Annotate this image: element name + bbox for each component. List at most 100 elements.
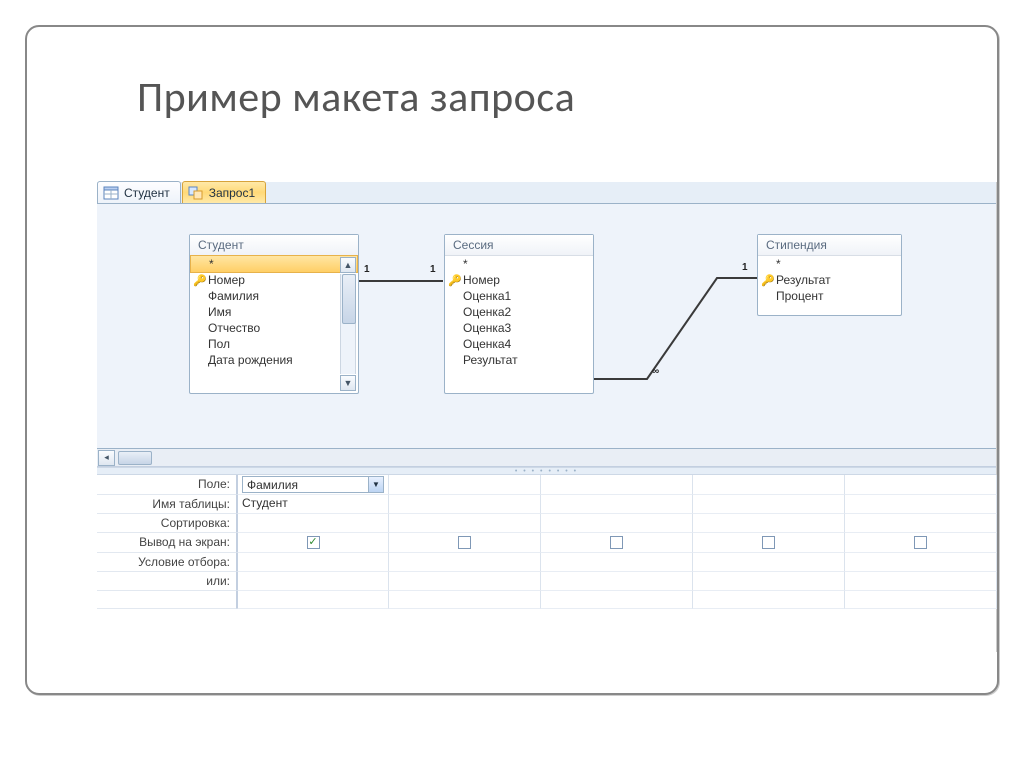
tab-query1[interactable]: Запрос1 xyxy=(182,181,266,203)
grid-cell[interactable] xyxy=(845,495,997,514)
relation-cardinality-right: 1 xyxy=(430,264,436,275)
relation-cardinality-left: ∞ xyxy=(652,366,659,377)
entity-field[interactable]: Оценка3 xyxy=(445,320,593,336)
grid-cell[interactable] xyxy=(693,495,845,514)
relation-cardinality-left: 1 xyxy=(364,264,370,275)
scroll-up-button[interactable]: ▲ xyxy=(340,257,356,273)
access-query-designer: Студент Запрос1 1 1 ∞ 1 Студент * xyxy=(97,182,997,652)
grid-cell[interactable] xyxy=(541,495,693,514)
grid-row-sort-label: Сортировка: xyxy=(97,514,237,533)
grid-row-blank xyxy=(97,591,237,609)
grid-cell[interactable] xyxy=(237,591,389,609)
relationship-diagram-pane[interactable]: 1 1 ∞ 1 Студент * 🔑Номер Фамилия Имя Отч… xyxy=(97,204,996,449)
tab-student[interactable]: Студент xyxy=(97,181,181,203)
grid-cell[interactable] xyxy=(389,591,541,609)
grid-cell[interactable] xyxy=(845,591,997,609)
grid-cell[interactable] xyxy=(541,572,693,591)
entity-field[interactable]: Результат xyxy=(445,352,593,368)
grid-cell[interactable] xyxy=(693,553,845,572)
horizontal-scrollbar[interactable]: ◂ xyxy=(97,449,996,467)
grid-cell-sort[interactable] xyxy=(237,514,389,533)
entity-title: Студент xyxy=(190,235,358,256)
grid-cell[interactable] xyxy=(845,475,997,495)
entity-stipend[interactable]: Стипендия * 🔑Результат Процент xyxy=(757,234,902,316)
entity-field[interactable]: Отчество xyxy=(190,320,358,336)
scroll-left-button[interactable]: ◂ xyxy=(98,450,115,466)
entity-field[interactable]: Фамилия xyxy=(190,288,358,304)
grid-cell[interactable] xyxy=(389,572,541,591)
grid-row-table-label: Имя таблицы: xyxy=(97,495,237,514)
entity-field[interactable]: Процент xyxy=(758,288,901,304)
entity-title: Сессия xyxy=(445,235,593,256)
key-icon: 🔑 xyxy=(761,274,773,286)
tab-strip: Студент Запрос1 xyxy=(97,182,996,204)
grid-cell[interactable] xyxy=(845,514,997,533)
scrollbar-thumb[interactable] xyxy=(342,274,356,324)
show-checkbox[interactable] xyxy=(458,536,471,549)
grid-cell-or[interactable] xyxy=(237,572,389,591)
field-combobox[interactable]: Фамилия ▼ xyxy=(242,476,384,493)
show-checkbox[interactable] xyxy=(307,536,320,549)
tab-label: Запрос1 xyxy=(209,186,255,200)
scrollbar-thumb[interactable] xyxy=(118,451,152,465)
grid-cell[interactable] xyxy=(389,495,541,514)
entity-field[interactable]: Имя xyxy=(190,304,358,320)
grid-cell[interactable] xyxy=(845,553,997,572)
entity-field[interactable]: * xyxy=(758,256,901,272)
entity-field[interactable]: Оценка2 xyxy=(445,304,593,320)
grid-cell-show[interactable] xyxy=(541,533,693,553)
entity-field[interactable]: 🔑Номер xyxy=(445,272,593,288)
entity-student[interactable]: Студент * 🔑Номер Фамилия Имя Отчество По… xyxy=(189,234,359,394)
grid-row-or-label: или: xyxy=(97,572,237,591)
grid-cell[interactable] xyxy=(389,553,541,572)
grid-cell[interactable] xyxy=(541,475,693,495)
show-checkbox[interactable] xyxy=(914,536,927,549)
combobox-value: Фамилия xyxy=(247,478,298,492)
slide-title: Пример макета запроса xyxy=(137,72,575,123)
grid-cell[interactable] xyxy=(845,572,997,591)
grid-row-show-label: Вывод на экран: xyxy=(97,533,237,553)
table-icon xyxy=(103,185,119,201)
entity-field[interactable]: Дата рождения xyxy=(190,352,358,368)
key-icon: 🔑 xyxy=(193,274,205,286)
grid-cell-show[interactable] xyxy=(237,533,389,553)
entity-field[interactable]: * xyxy=(445,256,593,272)
query-design-grid: Поле: Фамилия ▼ Имя таблицы: Студент Сор… xyxy=(97,475,996,609)
show-checkbox[interactable] xyxy=(610,536,623,549)
grid-cell[interactable] xyxy=(693,514,845,533)
entity-field[interactable]: Пол xyxy=(190,336,358,352)
show-checkbox[interactable] xyxy=(762,536,775,549)
entity-field[interactable]: * xyxy=(190,255,358,273)
query-icon xyxy=(188,185,204,201)
slide-frame: Пример макета запроса Студент Запрос1 1 xyxy=(25,25,999,695)
scrollbar-track[interactable] xyxy=(340,274,356,374)
grid-cell[interactable] xyxy=(541,553,693,572)
entity-field[interactable]: Оценка1 xyxy=(445,288,593,304)
grid-cell-field[interactable]: Фамилия ▼ xyxy=(237,475,389,495)
grid-cell[interactable] xyxy=(693,572,845,591)
grid-cell[interactable] xyxy=(541,591,693,609)
grid-cell[interactable] xyxy=(693,591,845,609)
grid-cell[interactable] xyxy=(389,514,541,533)
grid-cell-show[interactable] xyxy=(389,533,541,553)
grid-row-field-label: Поле: xyxy=(97,475,237,495)
grid-row-criteria-label: Условие отбора: xyxy=(97,553,237,572)
grid-cell[interactable] xyxy=(541,514,693,533)
entity-field[interactable]: 🔑Номер xyxy=(190,272,358,288)
entity-title: Стипендия xyxy=(758,235,901,256)
grid-cell[interactable] xyxy=(389,475,541,495)
entity-session[interactable]: Сессия * 🔑Номер Оценка1 Оценка2 Оценка3 … xyxy=(444,234,594,394)
entity-field[interactable]: 🔑Результат xyxy=(758,272,901,288)
grid-cell-criteria[interactable] xyxy=(237,553,389,572)
grid-cell-show[interactable] xyxy=(693,533,845,553)
scroll-down-button[interactable]: ▼ xyxy=(340,375,356,391)
grid-cell[interactable] xyxy=(693,475,845,495)
key-icon: 🔑 xyxy=(448,274,460,286)
grid-cell-show[interactable] xyxy=(845,533,997,553)
relation-cardinality-right: 1 xyxy=(742,262,748,273)
chevron-down-icon[interactable]: ▼ xyxy=(368,477,383,492)
entity-field[interactable]: Оценка4 xyxy=(445,336,593,352)
pane-splitter[interactable]: • • • • • • • • xyxy=(97,467,996,475)
tab-label: Студент xyxy=(124,186,170,200)
grid-cell-table[interactable]: Студент xyxy=(237,495,389,514)
